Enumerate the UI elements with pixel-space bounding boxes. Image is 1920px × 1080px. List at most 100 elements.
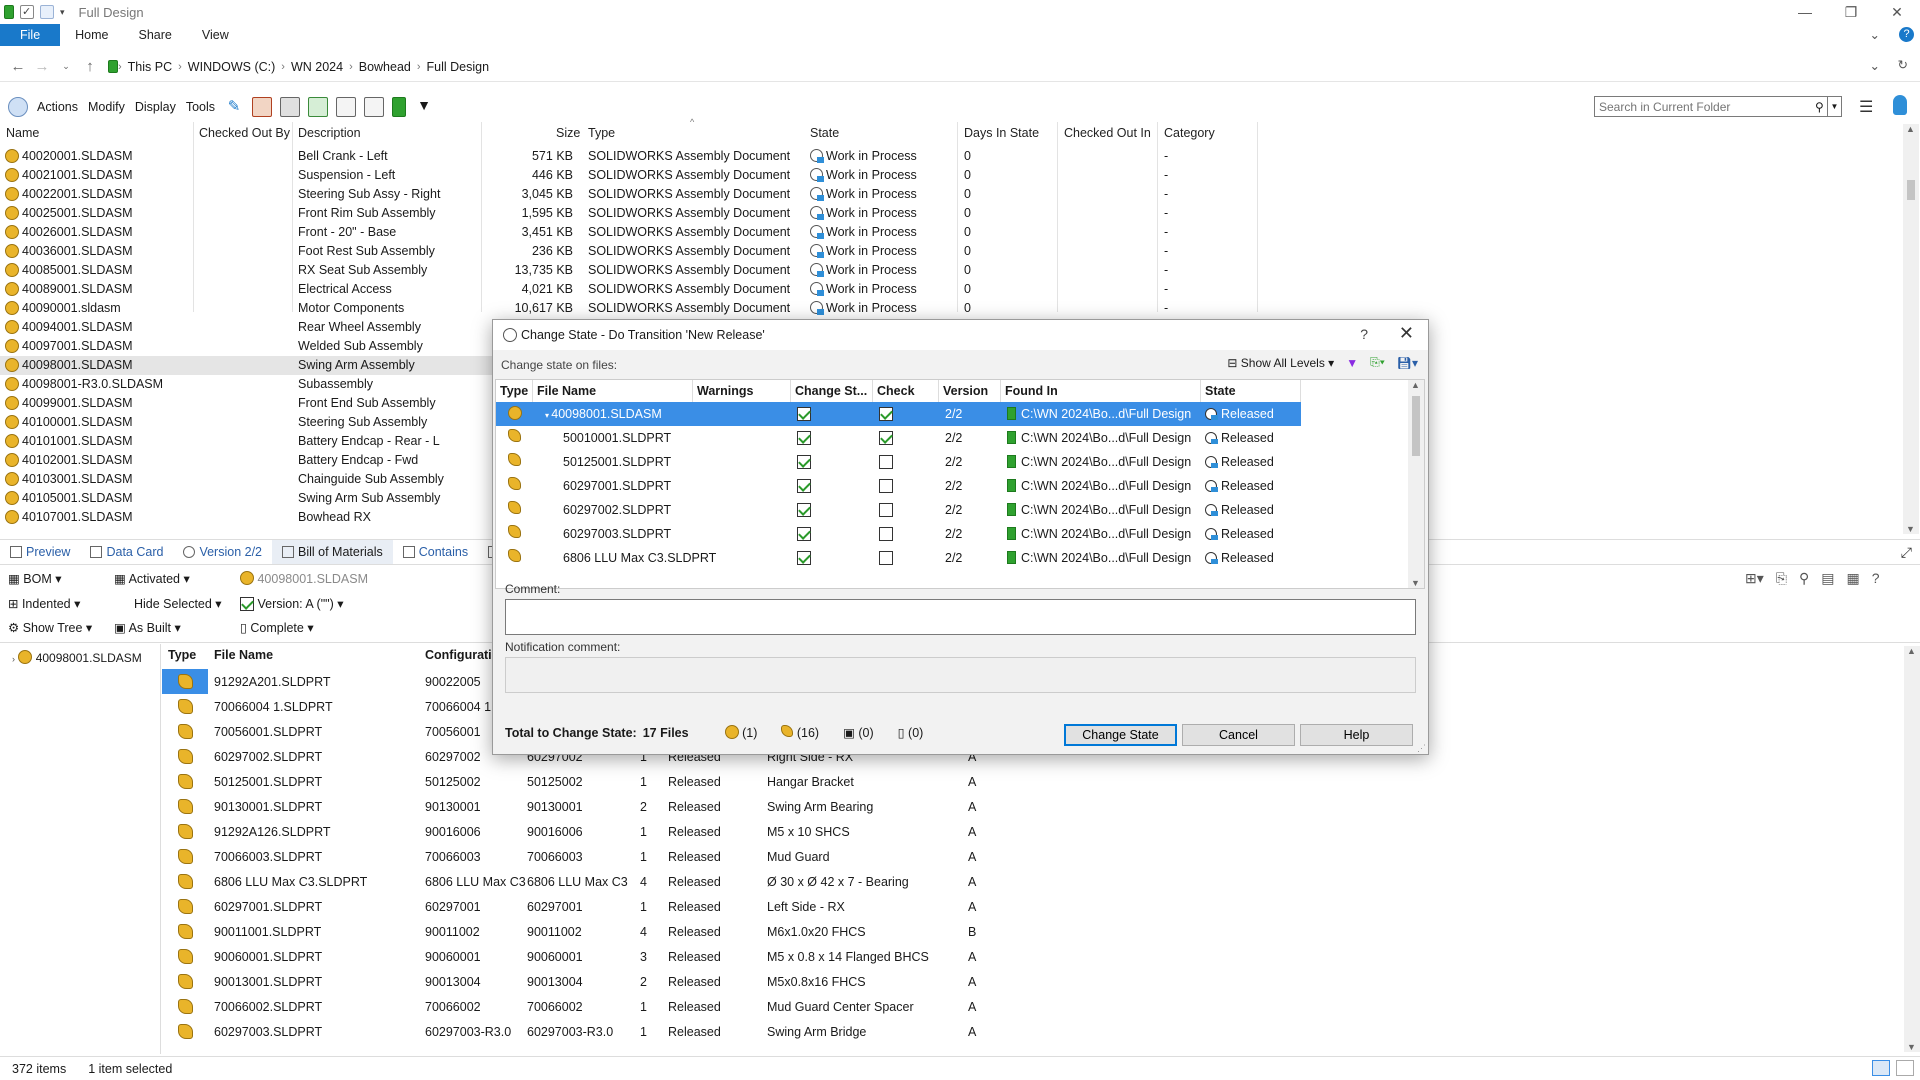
file-row[interactable]: 40085001.SLDASM RX Seat Sub Assembly 13,73… <box>0 261 1260 280</box>
change-state-checkbox[interactable] <box>797 455 811 469</box>
change-state-checkbox[interactable] <box>797 407 811 421</box>
show-tree-dropdown[interactable]: ⚙ Show Tree ▾ <box>8 620 92 635</box>
column-description[interactable]: Description <box>298 126 361 144</box>
change-state-row[interactable]: ▾ 40098001.SLDASM 2/2 C:\WN 2024\Bo...d\Fu… <box>496 402 1411 426</box>
file-row[interactable]: 40025001.SLDASM Front Rim Sub Assembly 1,5… <box>0 204 1260 223</box>
filter-icon[interactable]: ▼ <box>1346 356 1358 370</box>
scroll-down-icon[interactable]: ▼ <box>1906 524 1915 534</box>
dialog-close-icon[interactable]: ✕ <box>1399 323 1414 344</box>
column-checked-out-in[interactable]: Checked Out In <box>1064 126 1151 144</box>
comment-input[interactable] <box>505 599 1416 635</box>
bom-row[interactable]: 60297001.SLDPRT 60297001 60297001 1 Released… <box>162 894 1002 919</box>
column-name[interactable]: Name <box>6 126 39 144</box>
version-dropdown[interactable]: Version: A ("") ▾ <box>240 596 344 611</box>
grid-column-type[interactable]: Type <box>496 380 533 402</box>
refresh-icon[interactable]: ↻ <box>1898 57 1908 72</box>
tab-data-card[interactable]: Data Card <box>80 540 173 564</box>
bom-row[interactable]: 70066003.SLDPRT 70066003 70066003 1 Released… <box>162 844 1002 869</box>
bom-tree-node[interactable]: › 40098001.SLDASM <box>12 650 142 665</box>
ribbon-collapse-icon[interactable]: ⌄ <box>1870 27 1880 42</box>
cancel-button[interactable]: Cancel <box>1182 724 1295 746</box>
minimize-button[interactable]: — <box>1782 0 1828 24</box>
restore-button[interactable]: ❐ <box>1828 0 1874 24</box>
close-window-button[interactable]: ✕ <box>1874 0 1920 24</box>
grid-column-found-in[interactable]: Found In <box>1001 380 1201 402</box>
tab-view[interactable]: View <box>187 24 244 46</box>
more-commands-icon[interactable]: ▼ <box>414 97 434 117</box>
resize-grip-icon[interactable]: ⋰ <box>1417 743 1426 754</box>
scroll-up-icon[interactable]: ▲ <box>1906 124 1915 134</box>
grid-column-change-state[interactable]: Change St... <box>791 380 873 402</box>
bom-row[interactable]: 90013001.SLDPRT 90013004 90013004 2 Released… <box>162 969 1002 994</box>
new-folder-icon[interactable] <box>40 5 54 19</box>
check-out-checkbox[interactable] <box>879 479 893 493</box>
pin-icon[interactable]: ✎ <box>224 97 244 117</box>
file-row[interactable]: 40101001.SLDASM Battery Endcap - Rear - L <box>0 432 495 451</box>
version-checkbox[interactable] <box>240 597 254 611</box>
search-options-icon[interactable]: ☰ <box>1859 97 1873 117</box>
column-days-in-state[interactable]: Days In State <box>964 126 1039 144</box>
file-row[interactable]: 40098001-R3.0.SLDASM Subassembly <box>0 375 495 394</box>
scroll-down-icon[interactable]: ▼ <box>1411 578 1420 588</box>
change-state-row[interactable]: 60297001.SLDPRT 2/2 C:\WN 2024\Bo...d\Full… <box>496 474 1411 498</box>
grid-column-file-name[interactable]: File Name <box>533 380 693 402</box>
file-row[interactable]: 40105001.SLDASM Swing Arm Sub Assembly <box>0 489 495 508</box>
file-row[interactable]: 40026001.SLDASM Front - 20" - Base 3,451 K… <box>0 223 1260 242</box>
bom-find-icon[interactable]: ⚲ <box>1799 570 1809 590</box>
tab-preview[interactable]: Preview <box>0 540 80 564</box>
file-row[interactable]: 40100001.SLDASM Steering Sub Assembly <box>0 413 495 432</box>
bom-row[interactable]: 90060001.SLDPRT 90060001 90060001 3 Released… <box>162 944 1002 969</box>
bom-row[interactable]: 60297003.SLDPRT 60297003-R3.0 60297003-R3.… <box>162 1019 1002 1044</box>
properties-icon[interactable] <box>20 5 34 19</box>
change-state-checkbox[interactable] <box>797 527 811 541</box>
file-row[interactable]: 40090001.sldasm Motor Components 10,617 KB… <box>0 299 1260 318</box>
file-row[interactable]: 40102001.SLDASM Battery Endcap - Fwd <box>0 451 495 470</box>
file-row[interactable]: 40098001.SLDASM Swing Arm Assembly <box>0 356 495 375</box>
bom-column-file-name[interactable]: File Name <box>214 648 273 662</box>
change-state-row[interactable]: 60297002.SLDPRT 2/2 C:\WN 2024\Bo...d\Full… <box>496 498 1411 522</box>
menu-display[interactable]: Display <box>130 100 181 114</box>
file-row[interactable]: 40089001.SLDASM Electrical Access 4,021 KB… <box>0 280 1260 299</box>
bom-save-icon[interactable]: ⎘ <box>1776 570 1787 590</box>
indented-dropdown[interactable]: ⊞ Indented ▾ <box>8 596 80 611</box>
menu-modify[interactable]: Modify <box>83 100 130 114</box>
column-type[interactable]: Type <box>588 126 615 144</box>
dialog-help-button[interactable]: ? <box>1360 326 1368 342</box>
scroll-thumb[interactable] <box>1907 180 1915 200</box>
help-button[interactable]: Help <box>1300 724 1413 746</box>
change-state-checkbox[interactable] <box>797 551 811 565</box>
bom-type-dropdown[interactable]: ▦ BOM ▾ <box>8 571 62 586</box>
bom-help-icon[interactable]: ? <box>1872 570 1880 590</box>
show-all-levels-dropdown[interactable]: ⊟ Show All Levels ▾ <box>1227 356 1334 370</box>
scroll-down-icon[interactable]: ▼ <box>1907 1042 1916 1052</box>
forward-icon[interactable]: → <box>30 58 54 75</box>
file-row[interactable]: 40103001.SLDASM Chainguide Sub Assembly <box>0 470 495 489</box>
file-list-scrollbar[interactable]: ▲ ▼ <box>1903 124 1919 534</box>
file-row[interactable]: 40097001.SLDASM Welded Sub Assembly <box>0 337 495 356</box>
large-icons-view-icon[interactable] <box>1896 1060 1914 1076</box>
check-out-icon[interactable] <box>252 97 273 117</box>
breadcrumb-wn-2024[interactable]: WN 2024 <box>285 60 349 74</box>
save-icon[interactable]: 💾︎▾ <box>1397 356 1418 370</box>
hide-selected-dropdown[interactable]: Hide Selected ▾ <box>134 596 222 611</box>
change-state-checkbox[interactable] <box>797 479 811 493</box>
up-icon[interactable]: ↑ <box>78 58 102 75</box>
grid-column-version[interactable]: Version <box>939 380 1001 402</box>
check-out-checkbox[interactable] <box>879 551 893 565</box>
change-state-row[interactable]: 6806 LLU Max C3.SLDPRT 2/2 C:\WN 2024\Bo..… <box>496 546 1411 570</box>
tab-version[interactable]: Version 2/2 <box>173 540 272 564</box>
bom-column-type[interactable]: Type <box>168 648 196 662</box>
tab-file[interactable]: File <box>0 24 61 46</box>
vault-view-icon[interactable] <box>392 97 407 117</box>
maximize-pane-icon[interactable]: ⤢ <box>1901 544 1912 561</box>
tab-home[interactable]: Home <box>60 24 123 46</box>
bom-compare-icon[interactable]: ▤ <box>1821 570 1834 590</box>
change-state-row[interactable]: 60297003.SLDPRT 2/2 C:\WN 2024\Bo...d\Full… <box>496 522 1411 546</box>
bom-row[interactable]: 70066002.SLDPRT 70066002 70066002 1 Released… <box>162 994 1002 1019</box>
export-icon[interactable]: ⎘▾ <box>1370 355 1385 370</box>
bom-columns-icon[interactable]: ▦ <box>1846 570 1859 590</box>
get-latest-icon[interactable] <box>308 97 329 117</box>
grid-column-state[interactable]: State <box>1201 380 1301 402</box>
change-state-icon[interactable] <box>364 97 385 117</box>
breadcrumb-bowhead[interactable]: Bowhead <box>353 60 417 74</box>
